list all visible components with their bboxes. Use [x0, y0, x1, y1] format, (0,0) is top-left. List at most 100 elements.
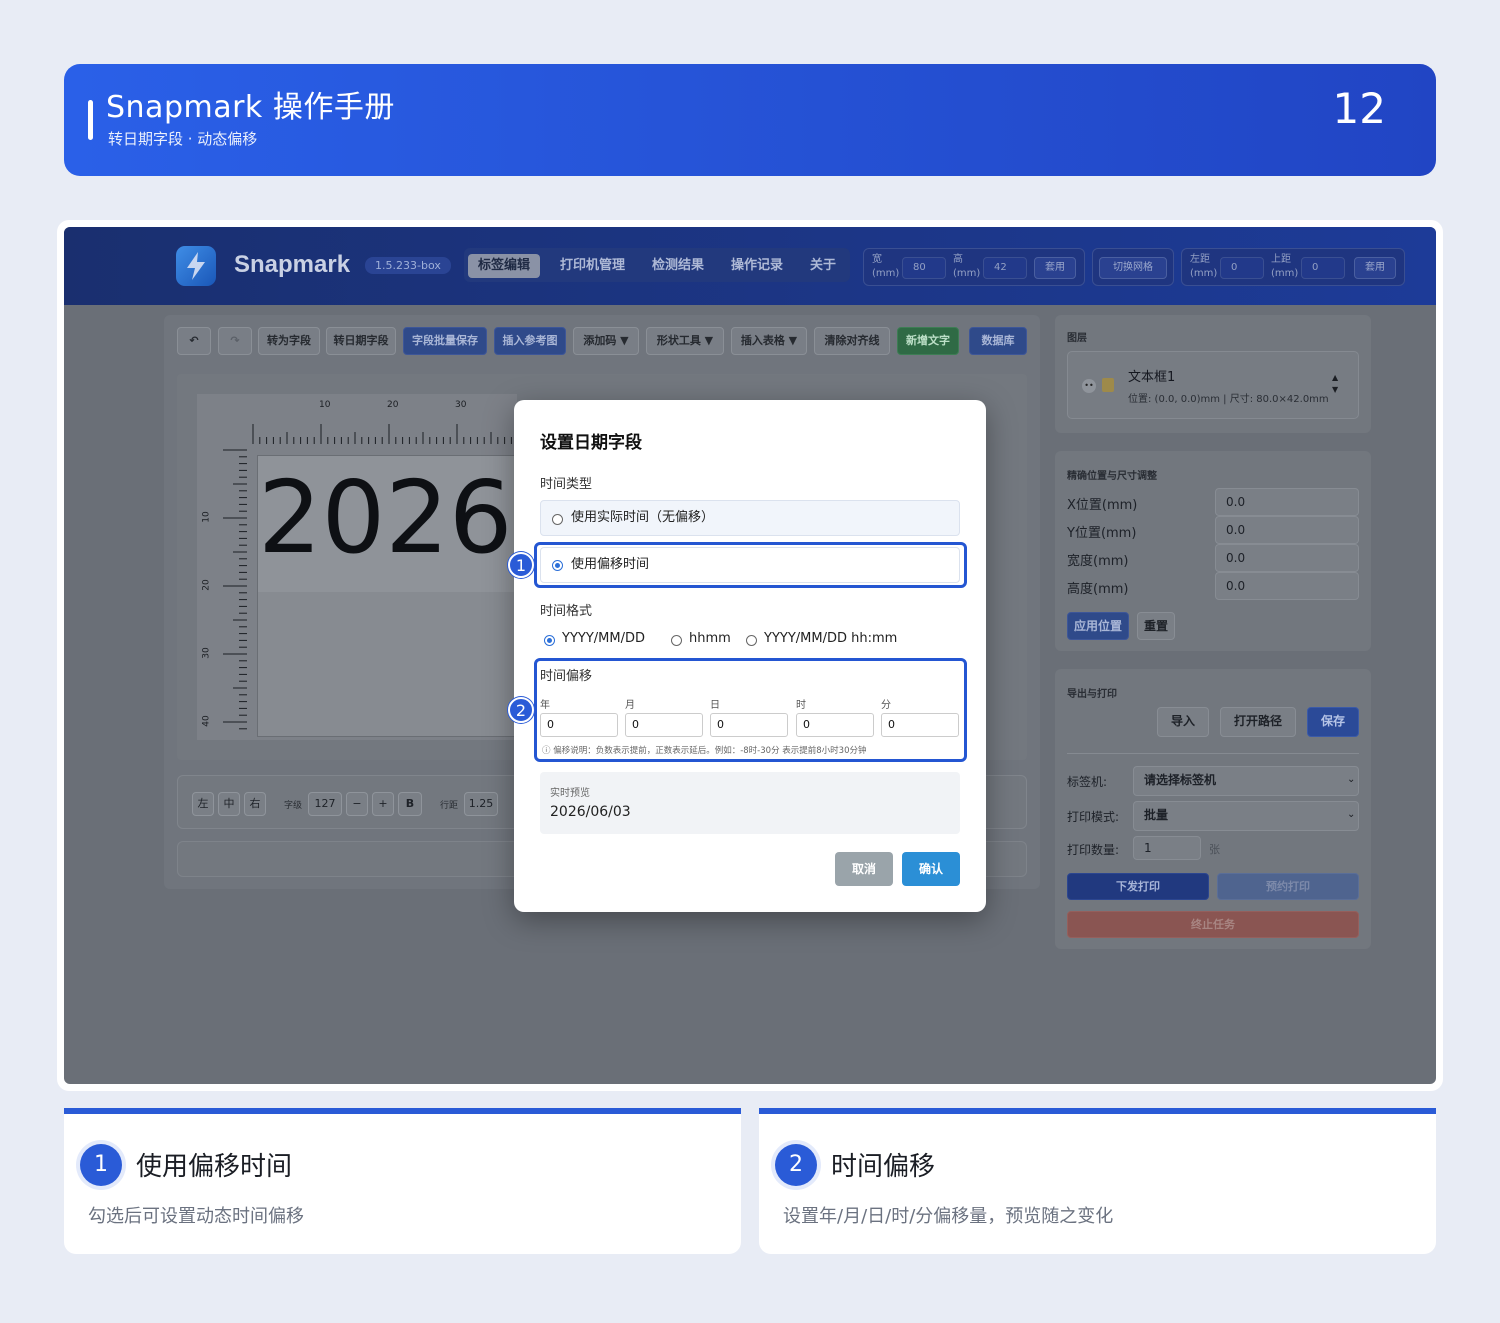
insert-ref-image-button[interactable]: 插入参考图 — [494, 327, 566, 355]
label-text-box[interactable]: 2026/ — [258, 468, 546, 568]
top-margin-label: 上距 — [1271, 254, 1291, 265]
undo-button[interactable]: ↶ — [177, 327, 211, 355]
font-size-increase-button[interactable]: + — [372, 792, 394, 816]
page-title: Snapmark 操作手册 — [106, 90, 395, 125]
callout-number-1: 1 — [80, 1144, 122, 1186]
print-qty-unit: 张 — [1209, 843, 1220, 856]
send-print-button[interactable]: 下发打印 — [1067, 873, 1209, 900]
nav-label-edit[interactable]: 标签编辑 — [468, 254, 541, 278]
import-button[interactable]: 导入 — [1157, 707, 1209, 737]
main-nav: 标签编辑 打印机管理 检测结果 操作记录 关于 — [464, 248, 850, 282]
height-input[interactable]: 0.0 — [1215, 572, 1359, 600]
callout-title-1: 使用偏移时间 — [136, 1152, 293, 1182]
label-canvas[interactable]: 2026/ — [257, 455, 546, 737]
top-margin-input[interactable]: 0 — [1301, 257, 1345, 279]
callout-desc-2: 设置年/月/日/时/分偏移量，预览随之变化 — [783, 1206, 1114, 1227]
font-size-input[interactable]: 127 — [308, 792, 342, 816]
option-actual-time-label: 使用实际时间（无偏移） — [571, 510, 715, 525]
shape-tools-dropdown[interactable]: 形状工具 ▼ — [646, 327, 724, 355]
radio-format-ymd[interactable] — [544, 635, 555, 646]
insert-table-dropdown[interactable]: 插入表格 ▼ — [731, 327, 807, 355]
align-center-button[interactable]: 中 — [218, 792, 240, 816]
font-size-decrease-button[interactable]: − — [346, 792, 368, 816]
width-input[interactable]: 0.0 — [1215, 544, 1359, 572]
to-date-field-button[interactable]: 转日期字段 — [326, 327, 396, 355]
callout-card-1: 1 使用偏移时间 勾选后可设置动态时间偏移 — [64, 1108, 741, 1254]
title-accent-bar — [88, 100, 93, 140]
add-text-button[interactable]: 新增文字 — [897, 327, 959, 355]
lock-icon[interactable] — [1102, 378, 1114, 392]
save-button[interactable]: 保存 — [1307, 707, 1359, 737]
callout-card-2: 2 时间偏移 设置年/月/日/时/分偏移量，预览随之变化 — [759, 1108, 1436, 1254]
open-path-button[interactable]: 打开路径 — [1220, 707, 1296, 737]
layer-meta: 位置: (0.0, 0.0)mm | 尺寸: 80.0×42.0mm — [1128, 394, 1329, 405]
dialog-title: 设置日期字段 — [540, 433, 642, 453]
layers-panel: 图层 •• 文本框1 位置: (0.0, 0.0)mm | 尺寸: 80.0×4… — [1055, 315, 1371, 433]
top-ruler — [252, 424, 512, 444]
nav-operation-log[interactable]: 操作记录 — [721, 254, 793, 278]
width-unit: (mm) — [872, 268, 900, 279]
option-actual-time[interactable]: 使用实际时间（无偏移） — [540, 500, 960, 536]
label-size-group: 宽 (mm) 80 高 (mm) 42 套用 — [863, 248, 1085, 286]
time-type-label: 时间类型 — [540, 477, 593, 492]
batch-save-button[interactable]: 字段批量保存 — [403, 327, 487, 355]
y-position-input[interactable]: 0.0 — [1215, 516, 1359, 544]
visibility-icon[interactable]: •• — [1082, 379, 1096, 393]
apply-margin-button[interactable]: 套用 — [1354, 257, 1396, 279]
bold-button[interactable]: B — [398, 792, 422, 816]
left-margin-input[interactable]: 0 — [1220, 257, 1264, 279]
line-height-input[interactable]: 1.25 — [464, 792, 498, 816]
print-mode-select[interactable]: 批量 — [1133, 801, 1359, 831]
nav-detection-results[interactable]: 检测结果 — [642, 254, 714, 278]
ruler-left-label: 20 — [201, 579, 212, 591]
ruler-top-label: 10 — [319, 400, 331, 410]
page-subtitle: 转日期字段 · 动态偏移 — [108, 130, 258, 148]
layer-order-icon[interactable]: ▲ ▼ — [1332, 372, 1338, 396]
ruler-left-label: 10 — [201, 511, 212, 523]
callout-number-2: 2 — [775, 1144, 817, 1186]
highlight-box-2 — [534, 658, 967, 762]
clear-guides-button[interactable]: 清除对齐线 — [814, 327, 890, 355]
layers-title: 图层 — [1067, 333, 1087, 344]
nav-printer-manage[interactable]: 打印机管理 — [550, 254, 635, 278]
add-code-dropdown[interactable]: 添加码 ▼ — [573, 327, 639, 355]
version-badge: 1.5.233-box — [365, 257, 451, 274]
database-button[interactable]: 数据库 — [969, 327, 1027, 355]
highlight-box-1 — [534, 542, 967, 588]
schedule-print-button[interactable]: 预约打印 — [1217, 873, 1359, 900]
layer-item[interactable]: •• 文本框1 位置: (0.0, 0.0)mm | 尺寸: 80.0×42.0… — [1067, 351, 1359, 419]
radio-actual-time[interactable] — [552, 514, 563, 525]
stop-task-button[interactable]: 终止任务 — [1067, 911, 1359, 938]
printer-select[interactable]: 请选择标签机 — [1133, 766, 1359, 796]
radio-format-hhmm[interactable] — [671, 635, 682, 646]
apply-position-button[interactable]: 应用位置 — [1067, 612, 1129, 640]
position-panel: 精确位置与尺寸调整 X位置(mm) 0.0 Y位置(mm) 0.0 宽度(mm)… — [1055, 451, 1371, 651]
confirm-button[interactable]: 确认 — [902, 852, 960, 886]
app-logo-icon — [176, 246, 216, 286]
to-field-button[interactable]: 转为字段 — [258, 327, 320, 355]
callout-marker-1: 1 — [508, 552, 534, 578]
preview-box: 实时预览 2026/06/03 — [540, 772, 960, 834]
toggle-grid-button[interactable]: 切换网格 — [1099, 257, 1167, 279]
align-left-button[interactable]: 左 — [192, 792, 214, 816]
divider — [1067, 753, 1359, 754]
width-input[interactable]: 80 — [902, 257, 946, 279]
radio-format-ymd-hm[interactable] — [746, 635, 757, 646]
apply-size-button[interactable]: 套用 — [1034, 257, 1076, 279]
ruler-top-label: 30 — [455, 400, 467, 410]
export-title: 导出与打印 — [1067, 689, 1117, 700]
nav-about[interactable]: 关于 — [800, 254, 846, 278]
callout-desc-1: 勾选后可设置动态时间偏移 — [88, 1206, 304, 1227]
x-position-input[interactable]: 0.0 — [1215, 488, 1359, 516]
preview-value: 2026/06/03 — [550, 804, 631, 820]
reset-position-button[interactable]: 重置 — [1137, 612, 1175, 640]
x-position-label: X位置(mm) — [1067, 498, 1138, 513]
align-right-button[interactable]: 右 — [244, 792, 266, 816]
height-label: 高 — [953, 254, 963, 265]
layer-name: 文本框1 — [1128, 370, 1176, 385]
redo-button[interactable]: ↷ — [218, 327, 252, 355]
cancel-button[interactable]: 取消 — [835, 852, 893, 886]
height-input[interactable]: 42 — [983, 257, 1027, 279]
print-qty-input[interactable]: 1 — [1133, 836, 1201, 860]
font-size-label: 字级 — [284, 801, 303, 811]
